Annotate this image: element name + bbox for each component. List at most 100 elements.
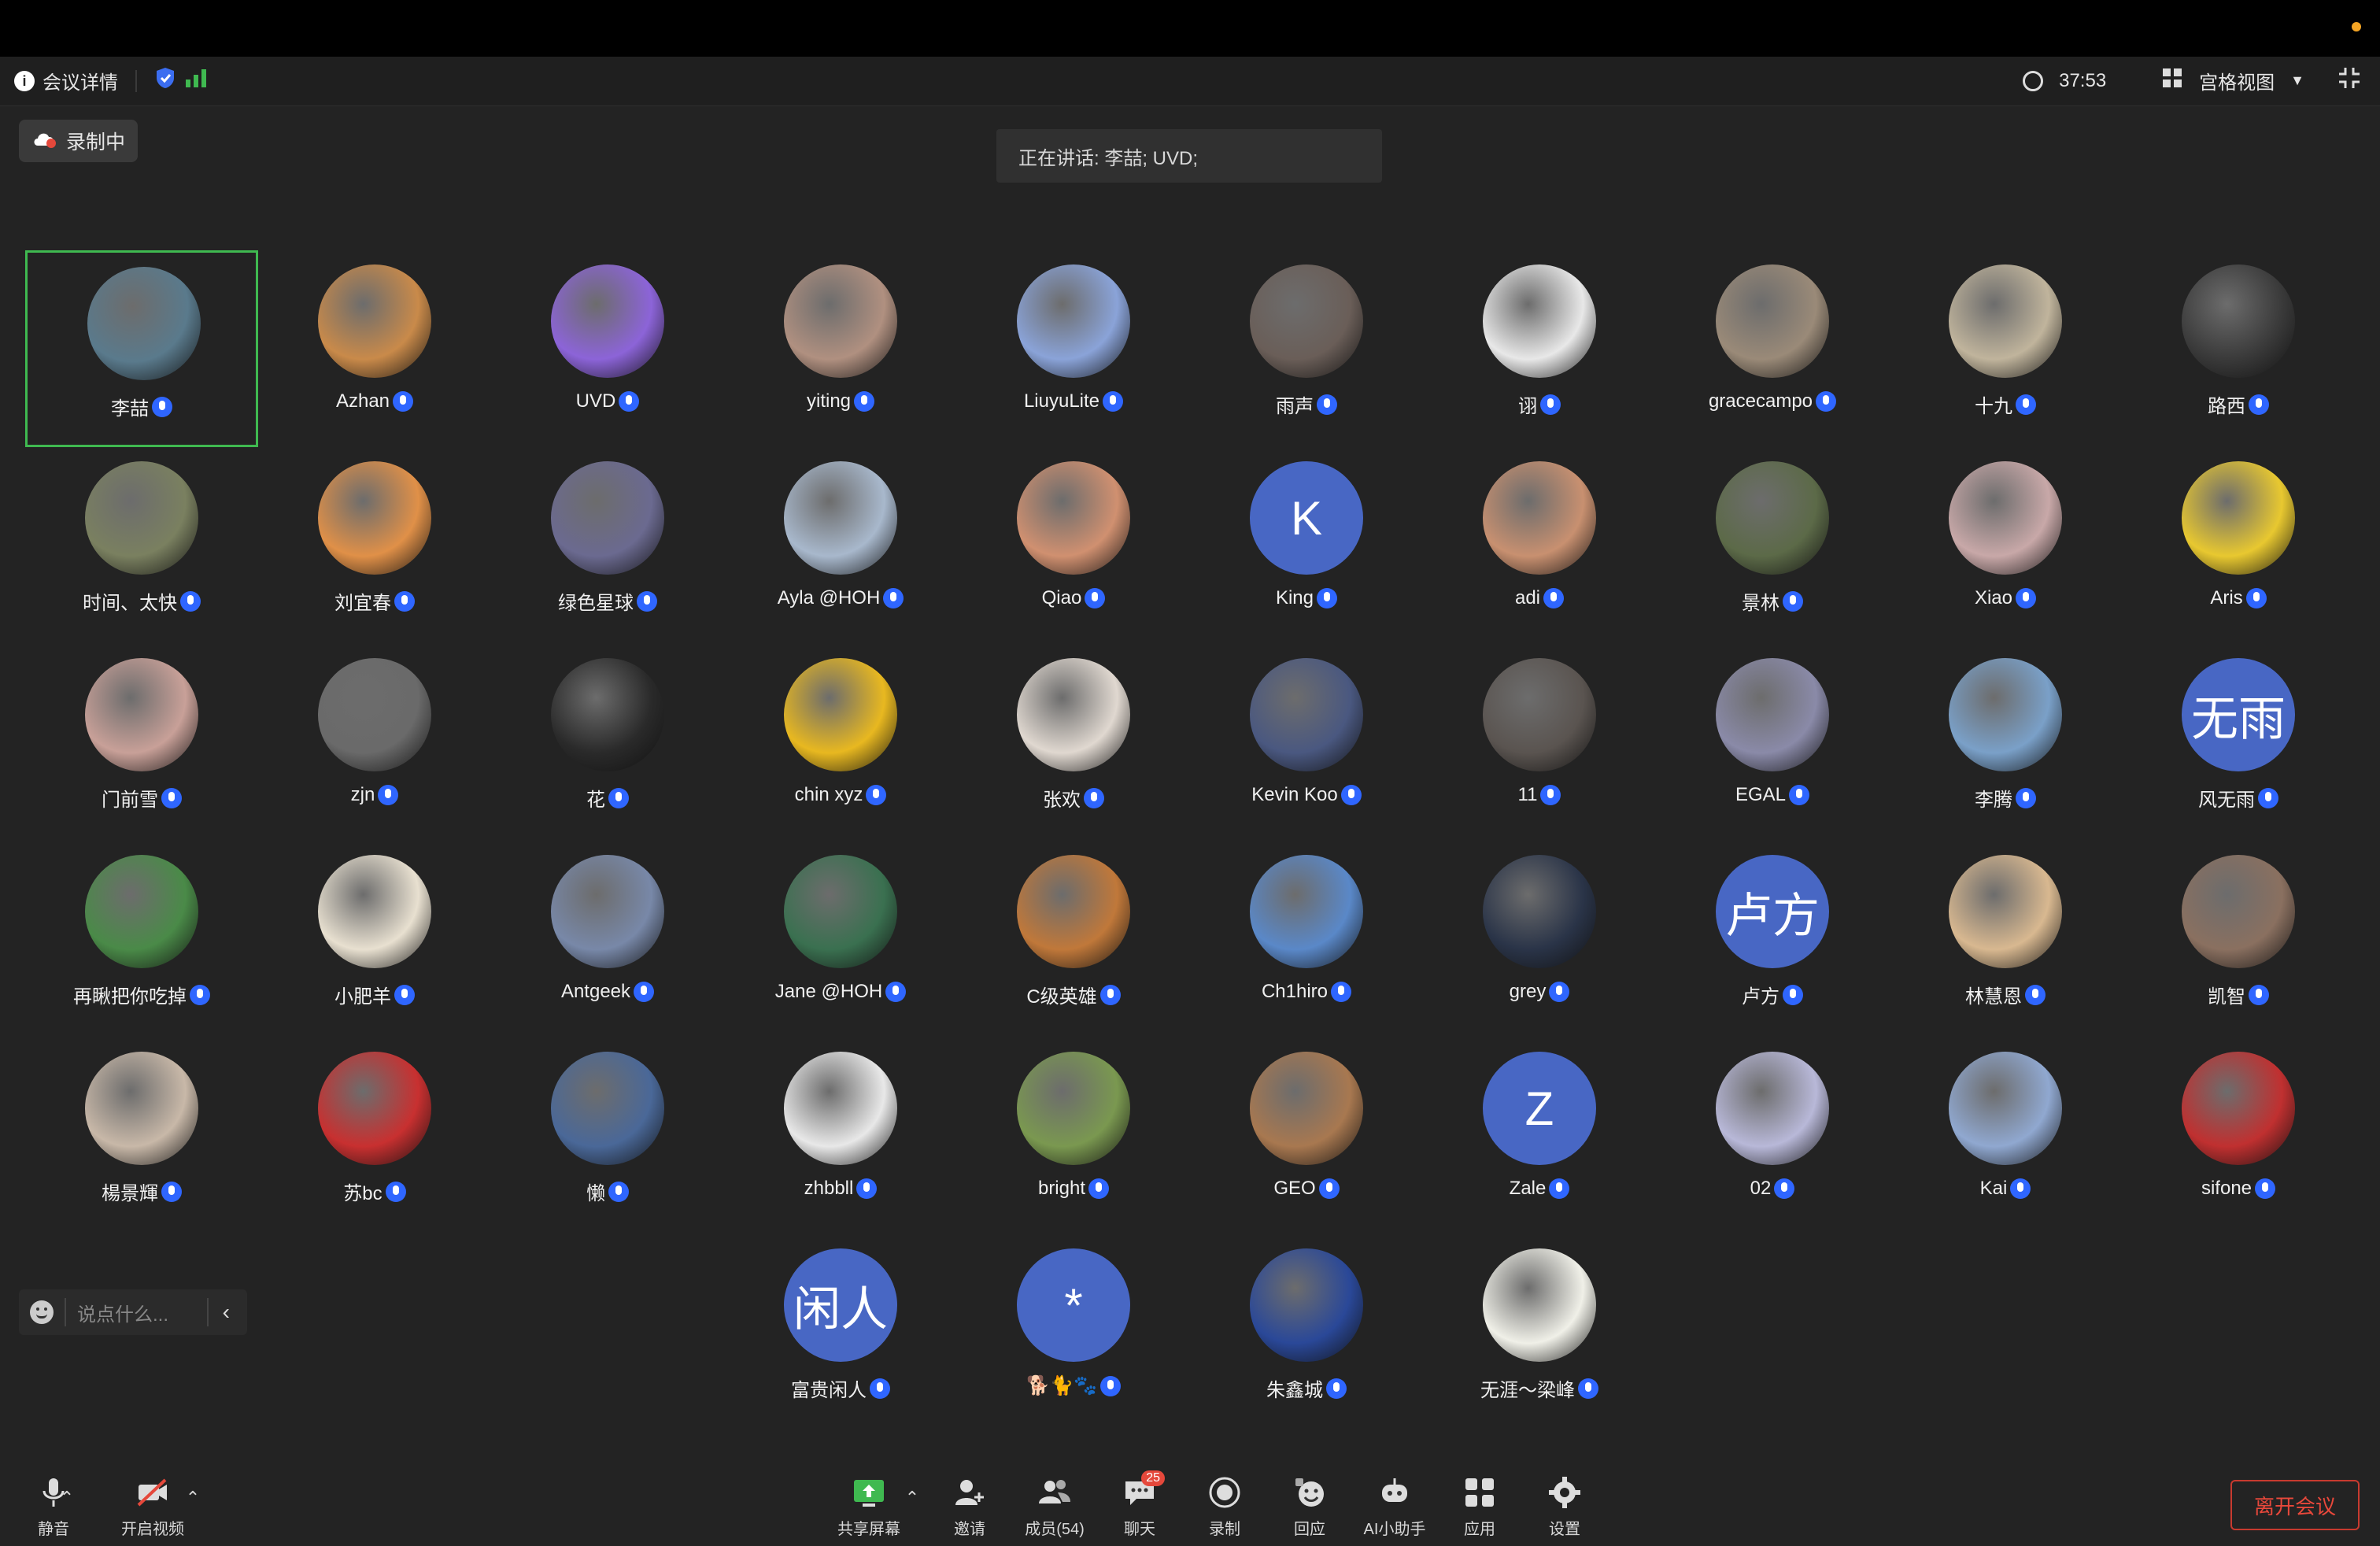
record-button[interactable]: 录制	[1185, 1475, 1264, 1539]
participant-avatar	[1250, 264, 1363, 378]
participant-tile[interactable]: chin xyz	[724, 644, 957, 841]
participant-tile[interactable]: 十九	[1889, 250, 2122, 447]
info-icon[interactable]: i	[14, 70, 35, 91]
participant-tile[interactable]: C级英雄	[957, 841, 1190, 1037]
participant-tile[interactable]: * 🐕🐈🐾	[957, 1234, 1190, 1431]
participant-tile[interactable]: Ch1hiro	[1190, 841, 1423, 1037]
participant-tile[interactable]: Jane @HOH	[724, 841, 957, 1037]
chevron-down-icon[interactable]: ▼	[2290, 72, 2304, 89]
participant-tile[interactable]: 绿色星球	[491, 447, 724, 644]
settings-button[interactable]: 设置	[1525, 1475, 1604, 1539]
participant-name-row: 🐕🐈🐾	[957, 1374, 1190, 1397]
participant-tile[interactable]: 闲人 富贵闲人	[724, 1234, 957, 1431]
share-screen-button[interactable]: 共享屏幕	[830, 1475, 908, 1539]
participant-tile[interactable]: 无雨 风无雨	[2122, 644, 2355, 841]
participant-tile[interactable]: sifone	[2122, 1037, 2355, 1234]
participant-tile[interactable]: 雨声	[1190, 250, 1423, 447]
participant-tile[interactable]: UVD	[491, 250, 724, 447]
view-mode-selector[interactable]: 宫格视图	[2199, 67, 2275, 94]
audio-options-chevron-icon[interactable]: ⌃	[55, 1488, 79, 1508]
participant-tile[interactable]: 凯智	[2122, 841, 2355, 1037]
mic-status-icon	[885, 982, 907, 1002]
participant-tile[interactable]: K King	[1190, 447, 1423, 644]
participant-tile[interactable]: 李腾	[1889, 644, 2122, 841]
participant-tile[interactable]: Z Zale	[1423, 1037, 1656, 1234]
mic-status-icon	[637, 590, 657, 612]
participant-tile[interactable]: 楊景輝	[25, 1037, 258, 1234]
participant-name: 11	[1517, 784, 1538, 805]
invite-button[interactable]: 邀请	[930, 1475, 1009, 1539]
participant-tile[interactable]: 时间、太快	[25, 447, 258, 644]
participant-tile[interactable]: 林慧恩	[1889, 841, 2122, 1037]
participant-tile[interactable]: 诩	[1423, 250, 1656, 447]
participant-tile[interactable]: GEO	[1190, 1037, 1423, 1234]
participant-tile[interactable]: 路西	[2122, 250, 2355, 447]
participant-tile[interactable]: 刘宜春	[258, 447, 491, 644]
ai-assistant-button[interactable]: AI小助手	[1355, 1475, 1434, 1539]
participant-tile[interactable]: 卢方 卢方	[1656, 841, 1889, 1037]
participant-tile[interactable]: yiting	[724, 250, 957, 447]
participant-tile[interactable]: adi	[1423, 447, 1656, 644]
participant-tile[interactable]: 苏bc	[258, 1037, 491, 1234]
start-video-button[interactable]: 开启视频	[113, 1475, 192, 1539]
mute-button[interactable]: 静音	[14, 1475, 93, 1539]
participant-tile[interactable]: 门前雪	[25, 644, 258, 841]
participant-tile[interactable]: 李喆	[25, 250, 258, 447]
chat-placeholder: 说点什么...	[77, 1304, 169, 1326]
quick-chat-input[interactable]: 说点什么... ‹	[19, 1289, 247, 1335]
meeting-details-link[interactable]: 会议详情	[42, 67, 118, 94]
participant-tile[interactable]: 张欢	[957, 644, 1190, 841]
participant-tile[interactable]: Azhan	[258, 250, 491, 447]
mic-status-icon	[608, 787, 629, 808]
participant-tile[interactable]: 再瞅把你吃掉	[25, 841, 258, 1037]
mic-status-icon	[161, 1181, 182, 1202]
participant-name-row: 楊景輝	[25, 1178, 258, 1205]
video-options-chevron-icon[interactable]: ⌃	[181, 1488, 205, 1508]
share-options-chevron-icon[interactable]: ⌃	[900, 1488, 924, 1508]
chat-button[interactable]: 25 聊天	[1100, 1470, 1179, 1539]
participant-tile[interactable]: grey	[1423, 841, 1656, 1037]
participant-avatar	[2182, 264, 2295, 378]
participant-tile[interactable]: zhbbll	[724, 1037, 957, 1234]
reactions-button[interactable]: 回应	[1270, 1475, 1349, 1539]
avatar-initials: 卢方	[1725, 889, 1820, 942]
participant-tile[interactable]: 02	[1656, 1037, 1889, 1234]
participant-tile[interactable]: 景林	[1656, 447, 1889, 644]
mic-status-icon	[619, 391, 640, 412]
participant-tile[interactable]: EGAL	[1656, 644, 1889, 841]
participant-name-row: 诩	[1423, 390, 1656, 418]
participant-tile[interactable]: Qiao	[957, 447, 1190, 644]
participant-tile[interactable]: 11	[1423, 644, 1656, 841]
emoji-icon[interactable]	[30, 1300, 54, 1324]
participant-tile[interactable]: Ayla @HOH	[724, 447, 957, 644]
exit-fullscreen-icon[interactable]	[2338, 66, 2361, 95]
participant-name: 02	[1750, 1178, 1772, 1199]
participant-tile[interactable]: 懒	[491, 1037, 724, 1234]
participant-tile[interactable]: bright	[957, 1037, 1190, 1234]
participant-avatar	[318, 264, 431, 378]
participant-avatar	[551, 1052, 664, 1165]
participant-tile[interactable]: gracecampo	[1656, 250, 1889, 447]
apps-button[interactable]: 应用	[1440, 1475, 1519, 1539]
leave-meeting-button[interactable]: 离开会议	[2230, 1480, 2360, 1530]
participant-tile[interactable]: 小肥羊	[258, 841, 491, 1037]
participant-tile[interactable]: 朱鑫城	[1190, 1234, 1423, 1431]
participant-name: zhbbll	[804, 1178, 854, 1199]
mic-status-icon	[2016, 787, 2036, 808]
participant-tile[interactable]: Xiao	[1889, 447, 2122, 644]
participant-tile[interactable]: Kevin Koo	[1190, 644, 1423, 841]
signal-strength-icon[interactable]	[184, 67, 208, 94]
shield-icon[interactable]	[154, 66, 176, 95]
participant-tile[interactable]: Kai	[1889, 1037, 2122, 1234]
grid-view-icon[interactable]	[2161, 67, 2183, 94]
members-button[interactable]: 成员(54)	[1015, 1475, 1094, 1539]
mic-status-icon	[2258, 787, 2278, 808]
collapse-chevron-icon[interactable]: ‹	[223, 1300, 230, 1325]
participant-tile[interactable]: zjn	[258, 644, 491, 841]
participant-tile[interactable]: Aris	[2122, 447, 2355, 644]
participant-tile[interactable]: 无涯～梁峰	[1423, 1234, 1656, 1431]
participant-tile[interactable]: Antgeek	[491, 841, 724, 1037]
participant-tile[interactable]: LiuyuLite	[957, 250, 1190, 447]
participant-tile[interactable]: 花	[491, 644, 724, 841]
recording-badge[interactable]: 录制中	[19, 120, 139, 162]
